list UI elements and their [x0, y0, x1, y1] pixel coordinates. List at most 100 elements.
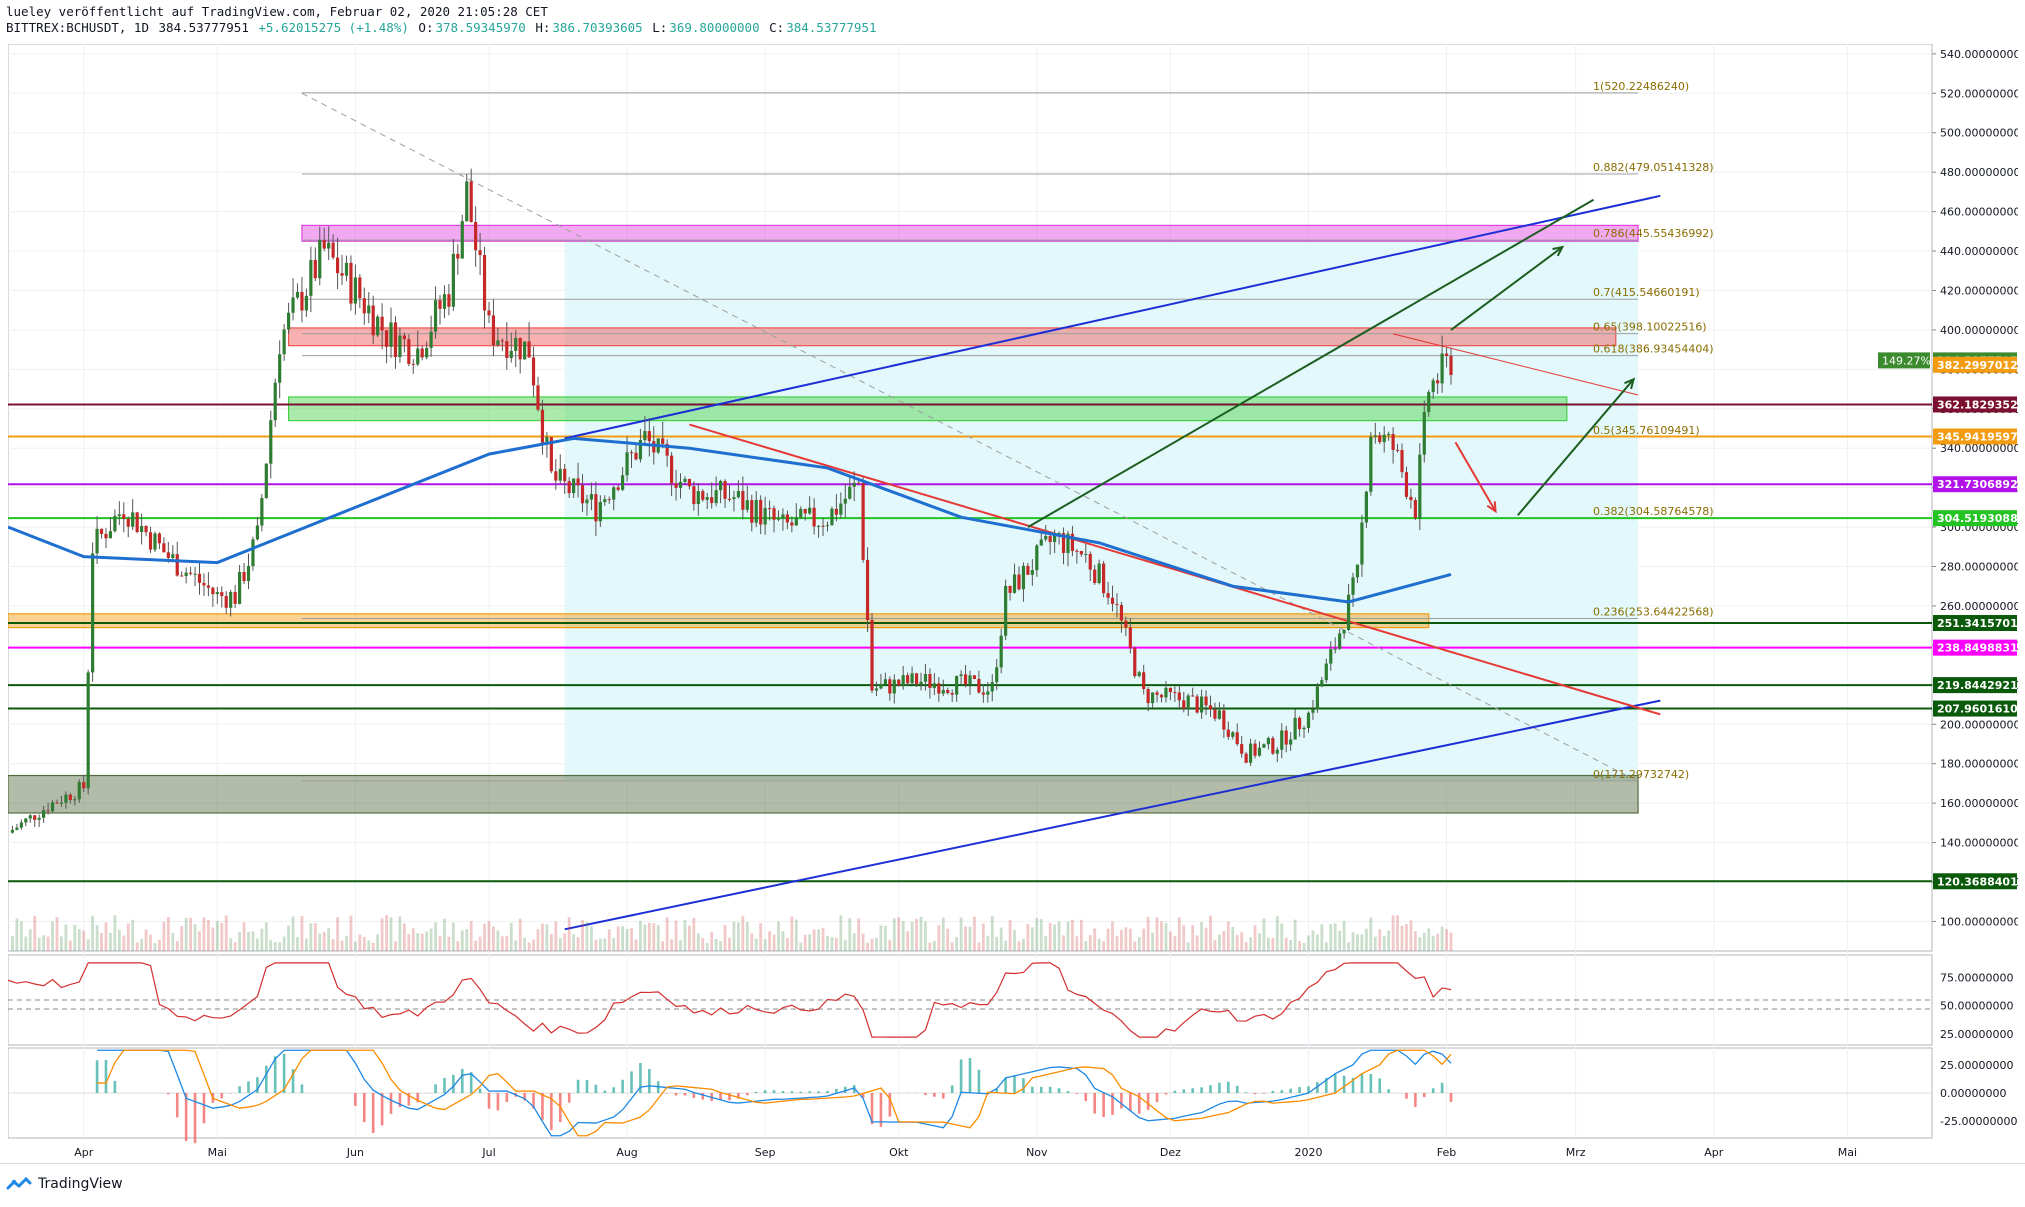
candle-body: [937, 683, 940, 693]
volume-bar: [902, 921, 905, 951]
volume-bar: [234, 942, 237, 951]
fib-level-label: 0.882(479.05141328): [1593, 161, 1714, 174]
macd-histogram-bar: [577, 1080, 580, 1093]
volume-bar: [817, 929, 820, 951]
y-tick-label: 200.00000000: [1940, 718, 2018, 731]
candle-body: [185, 573, 188, 576]
volume-bar: [385, 915, 388, 951]
volume-bar: [1165, 923, 1168, 951]
candle-body: [1004, 586, 1007, 636]
macd-histogram-bar: [764, 1090, 767, 1093]
candle-body: [683, 479, 686, 482]
candle-body: [995, 667, 998, 682]
candle-body: [634, 453, 637, 460]
candle-body: [95, 529, 98, 554]
candle-body: [799, 509, 802, 517]
candle-body: [136, 512, 139, 532]
volume-bar: [1009, 920, 1012, 951]
volume-bar: [1107, 929, 1110, 951]
macd-histogram-bar: [1209, 1085, 1212, 1093]
volume-bar: [113, 915, 116, 951]
candle-body: [768, 508, 771, 509]
volume-bar: [1436, 934, 1439, 951]
macd-histogram-bar: [1450, 1093, 1453, 1102]
volume-bar: [884, 926, 887, 951]
volume-bar: [492, 926, 495, 951]
candle-body: [764, 508, 767, 524]
sr-zone: [302, 225, 1638, 241]
price-chart[interactable]: 1(520.22486240)0.882(479.05141328)0.786(…: [8, 44, 2018, 1162]
candle-body: [750, 500, 753, 523]
volume-bar: [105, 922, 108, 951]
candle-body: [1271, 738, 1274, 754]
candle-body: [1080, 551, 1083, 554]
candle-body: [69, 795, 72, 800]
volume-bar: [652, 923, 655, 951]
volume-bar: [327, 928, 330, 951]
candle-body: [412, 364, 415, 365]
volume-bar: [305, 939, 308, 951]
candle-body: [1173, 692, 1176, 693]
candle-body: [977, 679, 980, 693]
volume-bar: [207, 920, 210, 951]
volume-bar: [1035, 918, 1038, 951]
candle-body: [536, 385, 539, 409]
macd-histogram-bar: [194, 1093, 197, 1143]
volume-bar: [545, 924, 548, 951]
candle-body: [594, 494, 597, 521]
volume-bar: [1432, 936, 1435, 951]
candle-body: [817, 526, 820, 527]
volume-bar: [541, 924, 544, 951]
macd-histogram-bar: [1441, 1083, 1444, 1093]
macd-histogram-bar: [951, 1086, 954, 1093]
candle-body: [1329, 649, 1332, 663]
macd-histogram-bar: [1272, 1091, 1275, 1093]
ohlc-close: 384.53777951: [786, 20, 876, 35]
macd-histogram-bar: [1423, 1093, 1426, 1097]
candle-body: [416, 349, 419, 365]
volume-bar: [33, 916, 36, 951]
volume-bar: [621, 926, 624, 951]
volume-bar: [822, 928, 825, 951]
candle-body: [425, 348, 428, 357]
candle-body: [256, 525, 259, 539]
candle-body: [1449, 356, 1452, 375]
fib-level-label: 0.65(398.10022516): [1593, 321, 1707, 334]
candle-body: [238, 572, 241, 604]
candle-body: [630, 452, 633, 453]
fib-level-label: 0.618(386.93454404): [1593, 343, 1714, 356]
candle-body: [1445, 353, 1448, 355]
candle-body: [1383, 435, 1386, 442]
symbol-label[interactable]: BITTREX:BCHUSDT, 1D: [6, 20, 149, 35]
candle-body: [813, 508, 816, 527]
volume-bar: [1427, 928, 1430, 951]
chart-area[interactable]: 1(520.22486240)0.882(479.05141328)0.786(…: [8, 44, 2018, 1166]
volume-bar: [1347, 942, 1350, 951]
candle-body: [1218, 710, 1221, 718]
candle-body: [434, 300, 437, 332]
x-tick-label: Mai: [1838, 1146, 1857, 1159]
volume-bar: [1405, 924, 1408, 951]
tradingview-brand[interactable]: TradingView: [6, 1174, 123, 1194]
candle-body: [64, 795, 67, 803]
y-tick-label: 260.00000000: [1940, 600, 2018, 613]
volume-bar: [929, 943, 932, 951]
volume-bar: [372, 943, 375, 951]
candle-body: [1204, 697, 1207, 706]
candle-body: [1120, 605, 1123, 621]
macd-histogram-bar: [185, 1093, 188, 1141]
candle-body: [1418, 455, 1421, 519]
y-tick-label: 480.00000000: [1940, 166, 2018, 179]
candle-body: [541, 410, 544, 443]
candle-body: [247, 566, 250, 581]
volume-bar: [1356, 934, 1359, 951]
candle-body: [443, 294, 446, 309]
macd-histogram-bar: [978, 1070, 981, 1093]
volume-bar: [612, 938, 615, 951]
candle-body: [1093, 570, 1096, 583]
candle-body: [385, 330, 388, 347]
volume-bar: [755, 939, 758, 951]
candle-body: [1343, 630, 1346, 633]
volume-bar: [1018, 941, 1021, 951]
tradingview-logo-icon: [6, 1174, 32, 1194]
